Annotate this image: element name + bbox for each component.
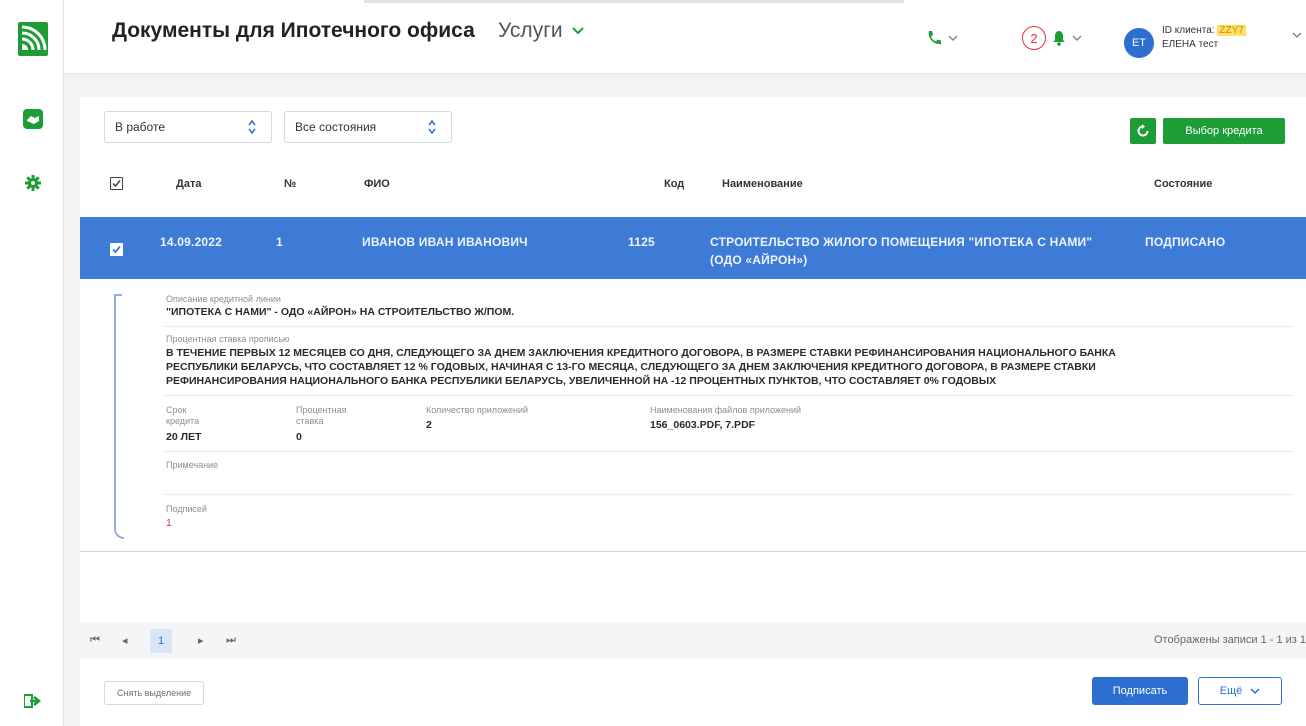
select-all-checkbox[interactable] xyxy=(110,177,123,190)
more-label: Ещё xyxy=(1219,685,1243,697)
details-divider xyxy=(164,395,1294,396)
column-header-date[interactable]: Дата xyxy=(176,178,201,190)
chevron-down-icon xyxy=(571,27,584,35)
phone-icon xyxy=(928,31,941,45)
check-icon xyxy=(112,180,121,188)
row-code: 1125 xyxy=(628,235,655,249)
column-header-fio[interactable]: ФИО xyxy=(364,178,390,190)
sort-arrows-icon xyxy=(248,119,256,135)
column-header-state[interactable]: Состояние xyxy=(1154,178,1212,190)
column-header-number[interactable]: № xyxy=(284,178,296,190)
bell-icon xyxy=(1053,31,1065,46)
signatures-label: Подписей xyxy=(166,504,207,514)
attach-count-value: 2 xyxy=(426,419,432,431)
table-bottom-divider xyxy=(80,551,1306,552)
details-rail xyxy=(114,294,124,539)
rate-words-line3: РЕФИНАНСИРОВАНИЯ НАЦИОНАЛЬНОГО БАНКА РЕС… xyxy=(166,375,997,387)
last-page-icon[interactable]: ⏭ xyxy=(226,634,236,647)
row-name-line1: СТРОИТЕЛЬСТВО ЖИЛОГО ПОМЕЩЕНИЯ "ИПОТЕКА … xyxy=(710,235,1093,249)
left-sidebar xyxy=(0,0,64,726)
pagination: ⏮ ◂ 1 ▸ ⏭ Отображены записи 1 - 1 из 1 xyxy=(80,623,1306,659)
note-label: Примечание xyxy=(166,460,219,470)
first-page-icon[interactable]: ⏮ xyxy=(90,634,100,647)
chevron-down-icon[interactable] xyxy=(1292,32,1302,39)
rate-label-line2: ставка xyxy=(296,416,324,426)
check-icon xyxy=(112,245,121,254)
handshake-icon[interactable] xyxy=(22,108,44,130)
logout-icon[interactable] xyxy=(22,690,44,712)
term-label: Срок кредита xyxy=(166,405,199,427)
row-date: 14.09.2022 xyxy=(160,235,223,249)
row-number: 1 xyxy=(276,235,283,249)
details-divider xyxy=(164,494,1294,495)
credit-line-label: Описание кредитной линии xyxy=(166,294,281,304)
rate-words-line2: РЕСПУБЛИКИ БЕЛАРУСЬ, ЧТО СОСТАВЛЯЕТ 12 %… xyxy=(166,361,1096,373)
client-id-value: ZZY7 xyxy=(1217,25,1246,36)
select-credit-button[interactable]: Выбор кредита xyxy=(1163,118,1285,144)
column-header-name[interactable]: Наименование xyxy=(722,178,803,190)
more-dropdown-button[interactable]: Ещё xyxy=(1198,677,1282,705)
chevron-down-icon xyxy=(1250,687,1260,694)
state-filter-select[interactable]: Все состояния xyxy=(284,111,452,143)
column-header-code[interactable]: Код xyxy=(664,178,684,190)
client-info[interactable]: ID клиента: ZZY7 ЕЛЕНА тест xyxy=(1162,24,1246,52)
row-name-line2: (ОДО «АЙРОН») xyxy=(710,253,808,267)
sort-arrows-icon xyxy=(428,119,436,135)
details-divider xyxy=(164,451,1294,452)
bank-logo-icon[interactable] xyxy=(18,22,48,56)
rate-words-line1: В ТЕЧЕНИЕ ПЕРВЫХ 12 МЕСЯЦЕВ СО ДНЯ, СЛЕД… xyxy=(166,347,1116,359)
refresh-icon xyxy=(1137,124,1149,137)
documents-panel: В работе Все состояния Выбор кредита Дат… xyxy=(80,97,1306,726)
row-state: ПОДПИСАНО xyxy=(1145,235,1226,249)
files-value[interactable]: 156_0603.PDF, 7.PDF xyxy=(650,418,755,432)
next-page-icon[interactable]: ▸ xyxy=(198,634,204,647)
signatures-value: 1 xyxy=(166,517,172,529)
files-label: Наименования файлов приложений xyxy=(650,405,802,415)
sign-button[interactable]: Подписать xyxy=(1092,677,1188,705)
row-name: СТРОИТЕЛЬСТВО ЖИЛОГО ПОМЕЩЕНИЯ "ИПОТЕКА … xyxy=(710,233,1092,269)
pager-info: Отображены записи 1 - 1 из 1 xyxy=(1153,634,1306,646)
services-dropdown[interactable]: Услуги xyxy=(498,19,585,43)
row-checkbox[interactable] xyxy=(110,243,123,256)
page-title: Документы для Ипотечного офиса xyxy=(112,19,475,42)
status-filter-value: В работе xyxy=(115,120,166,134)
phone-menu[interactable] xyxy=(926,30,958,46)
term-label-line2: кредита xyxy=(166,416,200,426)
page-current[interactable]: 1 xyxy=(150,629,172,653)
table-row[interactable]: 14.09.2022 1 ИВАНОВ ИВАН ИВАНОВИЧ 1125 С… xyxy=(80,217,1306,279)
prev-page-icon[interactable]: ◂ xyxy=(122,634,128,647)
state-filter-value: Все состояния xyxy=(295,120,377,134)
avatar[interactable]: ЕТ xyxy=(1124,28,1154,58)
services-label: Услуги xyxy=(498,19,563,42)
details-divider xyxy=(164,326,1294,327)
rate-label: Процентная ставка xyxy=(296,405,346,427)
details-rail-top xyxy=(114,294,122,296)
client-id-label: ID клиента: xyxy=(1162,25,1215,36)
notification-count-badge: 2 xyxy=(1022,26,1046,50)
attach-count-label: Количество приложений xyxy=(426,405,529,415)
term-value: 20 ЛЕТ xyxy=(166,431,202,443)
user-name: ЕЛЕНА тест xyxy=(1162,39,1219,50)
notifications-menu[interactable]: 2 xyxy=(1022,26,1082,50)
rate-value: 0 xyxy=(296,431,302,443)
clear-selection-button[interactable]: Снять выделение xyxy=(104,681,205,705)
rate-label-line1: Процентная xyxy=(296,405,347,415)
row-details-panel: Описание кредитной линии "ИПОТЕКА С НАМИ… xyxy=(114,294,1294,539)
term-label-line1: Срок xyxy=(166,405,187,415)
top-header: Документы для Ипотечного офиса Услуги 2 … xyxy=(64,0,1306,74)
chevron-down-icon xyxy=(1072,34,1082,41)
row-fio: ИВАНОВ ИВАН ИВАНОВИЧ xyxy=(362,235,528,249)
rate-words-label: Процентная ставка прописью xyxy=(166,334,290,344)
credit-line-value: "ИПОТЕКА С НАМИ" - ОДО «АЙРОН» НА СТРОИТ… xyxy=(166,306,515,318)
chevron-down-icon xyxy=(948,34,958,41)
refresh-button[interactable] xyxy=(1130,118,1156,144)
header-top-strip xyxy=(364,0,904,3)
status-filter-select[interactable]: В работе xyxy=(104,111,272,143)
gear-icon[interactable] xyxy=(22,172,44,194)
